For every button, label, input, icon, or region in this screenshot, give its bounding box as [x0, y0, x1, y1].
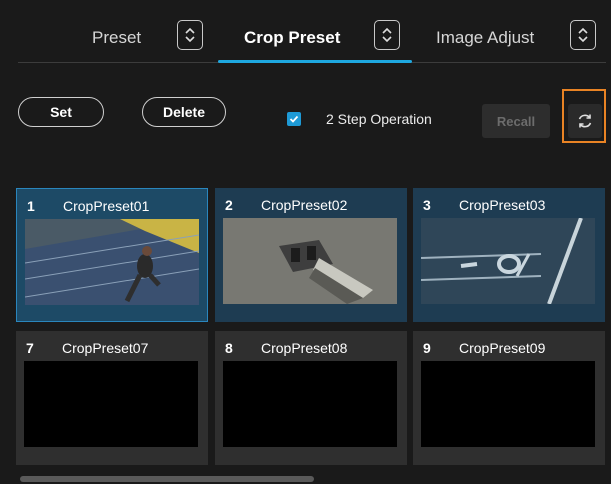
preset-thumbnail-empty [223, 361, 397, 447]
preset-tile-2[interactable]: 2 CropPreset02 [215, 188, 407, 322]
crop-preset-stepper[interactable] [374, 20, 400, 50]
recall-button[interactable]: Recall [482, 104, 550, 138]
tab-image-adjust[interactable]: Image Adjust [436, 28, 534, 48]
tab-bar: Preset Crop Preset Image Adjust [0, 0, 611, 64]
two-step-checkbox[interactable] [287, 112, 301, 126]
preset-number: 2 [225, 197, 233, 213]
preset-name: CropPreset07 [62, 340, 149, 356]
preset-number: 7 [26, 340, 34, 356]
preset-name: CropPreset01 [63, 198, 150, 214]
active-tab-indicator [218, 60, 412, 63]
up-down-chevron-icon [185, 27, 195, 43]
preset-number: 9 [423, 340, 431, 356]
refresh-button[interactable] [568, 104, 602, 138]
preset-thumbnail-starting-block [223, 218, 397, 304]
preset-number: 1 [27, 198, 35, 214]
crop-preset-grid: 1 CropPreset01 2 CropPreset02 3 CropPres… [16, 188, 611, 468]
preset-name: CropPreset08 [261, 340, 348, 356]
preset-tile-9[interactable]: 9 CropPreset09 [413, 331, 605, 465]
preset-name: CropPreset03 [459, 197, 546, 213]
preset-thumbnail-empty [24, 361, 198, 447]
preset-tile-8[interactable]: 8 CropPreset08 [215, 331, 407, 465]
image-adjust-stepper[interactable] [570, 20, 596, 50]
tab-preset[interactable]: Preset [92, 28, 141, 48]
checkmark-icon [289, 115, 299, 123]
preset-number: 8 [225, 340, 233, 356]
preset-tile-3[interactable]: 3 CropPreset03 [413, 188, 605, 322]
preset-number: 3 [423, 197, 431, 213]
two-step-label: 2 Step Operation [326, 111, 432, 127]
preset-name: CropPreset09 [459, 340, 546, 356]
scrollbar-thumb[interactable] [20, 476, 314, 482]
up-down-chevron-icon [382, 27, 392, 43]
preset-thumbnail-runner [25, 219, 199, 305]
preset-name: CropPreset02 [261, 197, 348, 213]
preset-stepper[interactable] [177, 20, 203, 50]
preset-thumbnail-empty [421, 361, 595, 447]
up-down-chevron-icon [578, 27, 588, 43]
set-button[interactable]: Set [18, 97, 104, 127]
preset-thumbnail-track-lane [421, 218, 595, 304]
tab-crop-preset[interactable]: Crop Preset [244, 28, 340, 48]
delete-button[interactable]: Delete [142, 97, 226, 127]
preset-tile-7[interactable]: 7 CropPreset07 [16, 331, 208, 465]
preset-tile-1[interactable]: 1 CropPreset01 [16, 188, 208, 322]
refresh-icon [578, 114, 592, 128]
